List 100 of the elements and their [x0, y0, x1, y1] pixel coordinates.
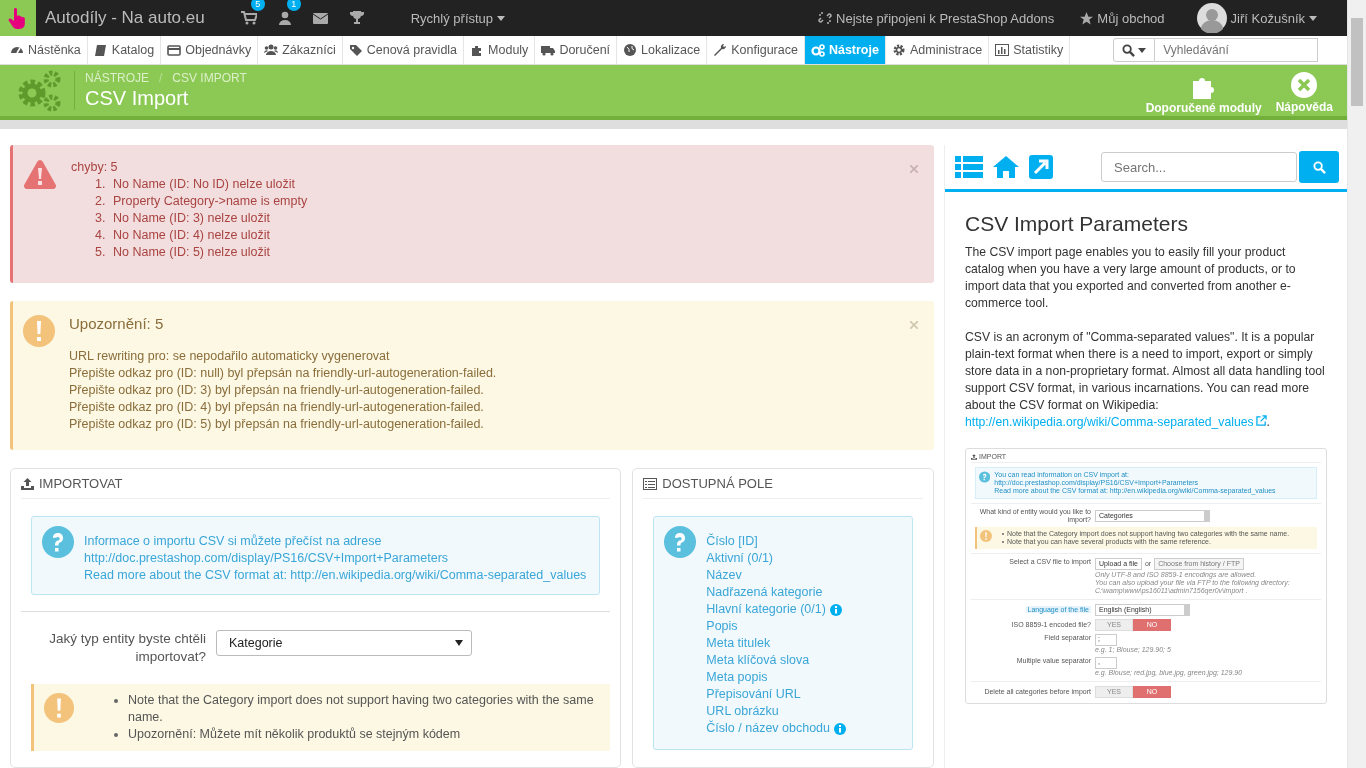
caret-icon [1309, 15, 1317, 21]
warning-message: Přepište odkaz pro (ID: 3) byl přepsán na friendly-url-autogeneration-failed. [69, 381, 485, 399]
field-name: Název [706, 567, 742, 584]
warning-message: Přepište odkaz pro (ID: 4) byl přepsán na friendly-url-autogeneration-failed. [69, 398, 485, 416]
shop-name[interactable]: Autodíly - Na auto.eu [45, 8, 205, 28]
caret-icon [1138, 47, 1147, 53]
avatar-icon [1196, 3, 1227, 33]
user-icon[interactable] [277, 11, 292, 25]
menu-tab[interactable]: Zákazníci [258, 36, 343, 64]
question-circle-icon [664, 526, 697, 558]
list-number: 3. [95, 210, 107, 227]
panel-title: DOSTUPNÁ POLE [662, 476, 773, 491]
search-field[interactable]: Search... [1101, 152, 1297, 182]
field-name: Číslo / název obchodu [706, 720, 831, 737]
field-name: Meta titulek [706, 635, 771, 652]
notification-badge: 1 [286, 0, 301, 11]
error-message: No Name (ID: No ID) nelze uložit [113, 176, 295, 193]
menu-tab[interactable]: Lokalizace [617, 36, 708, 64]
exclamation-circle-icon [980, 530, 992, 542]
upload-icon [971, 453, 977, 460]
error-count: chyby: 5 [71, 159, 119, 176]
broken-link-icon [818, 11, 833, 25]
menu-tab[interactable]: Konfigurace [707, 36, 805, 64]
help-paragraph: The CSV import page enables you to easily fill your product catalog when you have a very large amount of products, or to import data that you exported and converted from another e-commerce tool. [965, 244, 1297, 312]
warning-triangle-icon [23, 159, 57, 189]
external-link-icon [1255, 415, 1267, 426]
globe-icon [623, 43, 638, 57]
bar-chart-icon [995, 43, 1010, 57]
info-icon[interactable] [829, 603, 842, 616]
scrollbar[interactable] [1347, 0, 1366, 768]
warning-message: Přepište odkaz pro (ID: null) byl přepsán na friendly-url-autogeneration-failed. [69, 364, 497, 382]
upload-icon [21, 477, 34, 490]
truck-icon [541, 43, 556, 57]
field-label: Jaký typ entity byste chtěli importovat? [48, 630, 206, 666]
addons-link[interactable]: Nejste připojeni k PrestaShop Addons [836, 10, 1055, 26]
list-number: 4. [95, 227, 107, 244]
help-title: CSV Import Parameters [965, 212, 1189, 236]
error-message: No Name (ID: 3) nelze uložit [113, 210, 270, 227]
book-icon [93, 43, 108, 57]
caret-icon [497, 15, 506, 21]
error-message: No Name (ID: 4) nelze uložit [113, 227, 270, 244]
credit-card-icon [167, 43, 182, 57]
close-icon[interactable] [910, 165, 918, 173]
cart-icon[interactable] [240, 11, 257, 25]
list-icon [643, 477, 658, 490]
field-name: Hlavní kategorie (0/1) [706, 601, 826, 618]
external-link-icon[interactable] [1029, 155, 1053, 179]
info-icon[interactable] [834, 722, 847, 735]
menu-tab[interactable]: Objednávky [161, 36, 259, 64]
search-icon [1312, 160, 1326, 174]
caret-icon [1204, 511, 1209, 521]
gears-icon [810, 43, 825, 57]
users-icon [264, 43, 279, 57]
home-icon[interactable] [993, 156, 1019, 178]
menu-tab[interactable]: Statistiky [989, 36, 1071, 64]
trophy-icon[interactable] [349, 11, 364, 25]
field-name: Aktivní (0/1) [706, 550, 773, 567]
list-number: 1. [95, 176, 107, 193]
menu-tab[interactable]: Doručení [535, 36, 618, 64]
question-circle-icon [979, 471, 991, 483]
field-name: Meta popis [706, 669, 768, 686]
breadcrumb-current: CSV IMPORT [172, 71, 247, 85]
entity-type-select[interactable]: Kategorie [216, 630, 472, 656]
error-message: Property Category->name is empty [113, 193, 308, 210]
search-button[interactable] [1299, 151, 1339, 183]
close-circle-icon [1291, 71, 1318, 98]
field-name: Číslo [ID] [706, 533, 758, 550]
list-icon[interactable] [955, 156, 983, 178]
search-field[interactable]: Vyhledávání [1155, 38, 1319, 62]
info-text: Read more about the CSV format at: http://en.wikipedia.org/wiki/Comma-separated_values [84, 567, 587, 584]
info-text: http://doc.prestashop.com/display/PS16/CSV+Import+Parameters [84, 550, 450, 567]
scrollbar-thumb[interactable] [1351, 18, 1363, 106]
wrench-icon [713, 43, 728, 57]
list-number: 2. [95, 193, 107, 210]
tag-icon [348, 43, 363, 57]
search-scope-button[interactable] [1113, 38, 1156, 62]
menu-tab[interactable]: Administrace [885, 36, 990, 64]
star-icon [1080, 11, 1094, 25]
user-menu[interactable]: Jiří Kožušník [1230, 10, 1317, 26]
field-name: Popis [706, 618, 738, 635]
hand-pointer-icon [8, 7, 28, 29]
field-name: Přepisování URL [706, 686, 801, 703]
question-circle-icon [42, 526, 74, 558]
quick-access-menu[interactable]: Rychlý přístup [410, 10, 506, 26]
menu-tab[interactable]: Nástěnka [4, 36, 88, 64]
notification-badge: 5 [250, 0, 265, 11]
menu-tab[interactable]: Katalog [87, 36, 162, 64]
panel-title: IMPORTOVAT [39, 476, 123, 491]
warning-message: Přepište odkaz pro (ID: 5) byl přepsán na friendly-url-autogeneration-failed. [69, 415, 485, 433]
envelope-icon[interactable] [313, 12, 329, 24]
menu-tab[interactable]: Cenová pravidla [342, 36, 465, 64]
field-name: Meta klíčová slova [706, 652, 810, 669]
help-paragraph: CSV is an acronym of "Comma-separated values". It is a popular plain-text format when there is a need to import, export or simply store data in a non-proprietary format. Almost all data handling tool support CSV format, in various incarnations. You can read more about the CSV format on Wikipedia: http://en.wikipedia.org/wiki/Comma-separated_values . [965, 329, 1326, 431]
note-text: Note that the Category import does not support having two categories with the same name. [128, 692, 595, 726]
logo-button[interactable] [0, 0, 36, 36]
exclamation-circle-icon [44, 692, 75, 724]
menu-tab[interactable]: Moduly [464, 36, 536, 64]
caret-icon [455, 640, 463, 646]
my-shop-link[interactable]: Můj obchod [1097, 10, 1165, 26]
close-icon[interactable] [910, 320, 918, 329]
